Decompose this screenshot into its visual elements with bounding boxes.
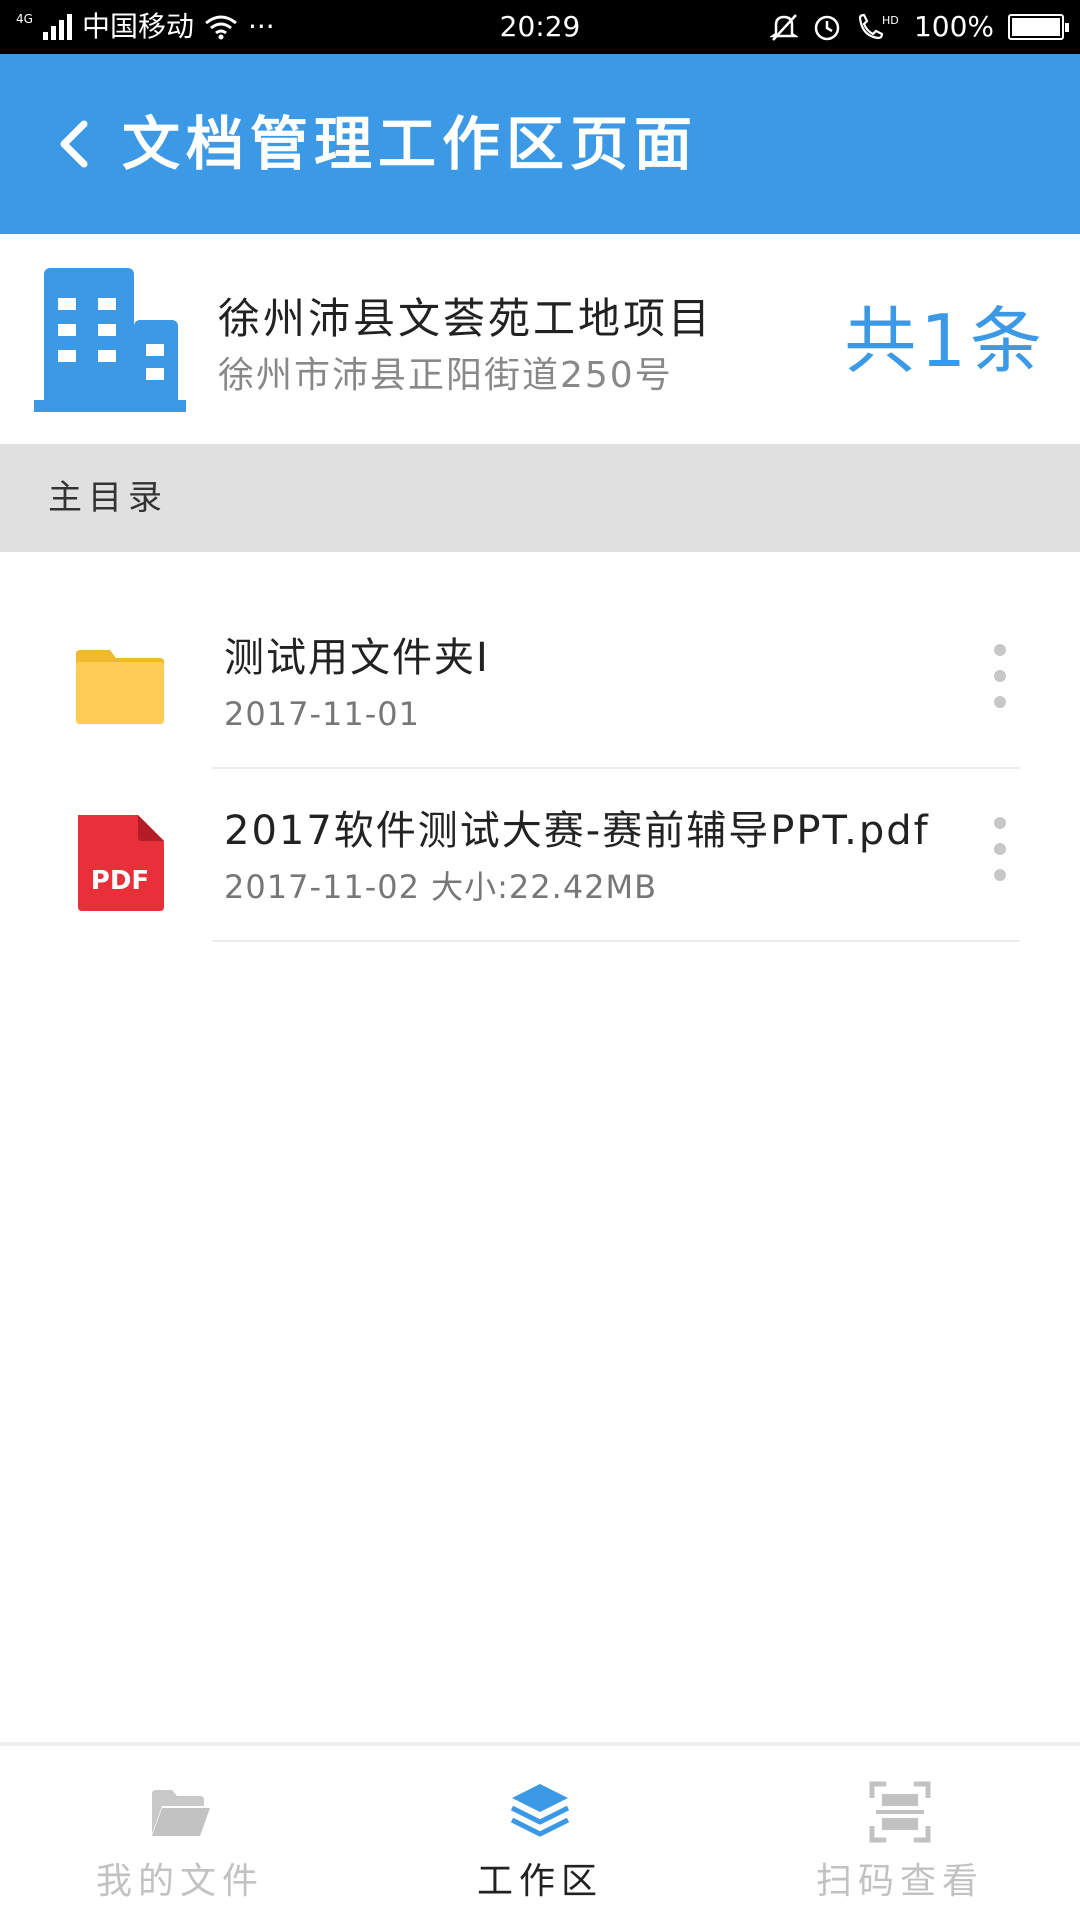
page-title: 文档管理工作区页面 xyxy=(122,110,699,178)
nav-label: 我的文件 xyxy=(95,1861,264,1902)
hd-call-icon: HD xyxy=(858,13,899,40)
file-name: 测试用文件夹I xyxy=(224,635,490,681)
list-item-folder[interactable]: 测试用文件夹I 2017-11-01 xyxy=(0,596,1080,769)
app-bar: 文档管理工作区页面 xyxy=(0,54,1080,234)
directory-header: 主目录 xyxy=(0,444,1080,552)
scan-icon xyxy=(869,1781,931,1843)
file-meta: 2017-11-01 xyxy=(224,695,420,733)
list-item-pdf[interactable]: PDF 2017软件测试大赛-赛前辅导PPT.pdf 2017-11-02 大小… xyxy=(0,769,1080,942)
building-icon xyxy=(34,268,186,412)
bottom-nav: 我的文件 工作区 扫码查看 xyxy=(0,1742,1080,1920)
status-right: HD 100% xyxy=(769,0,1069,54)
battery-percent: 100% xyxy=(913,10,994,43)
file-name: 2017软件测试大赛-赛前辅导PPT.pdf xyxy=(224,808,930,854)
more-options-icon[interactable] xyxy=(982,817,1018,881)
project-header: 徐州沛县文荟苑工地项目 徐州市沛县正阳街道250号 共1条 xyxy=(0,234,1080,444)
project-address: 徐州市沛县正阳街道250号 xyxy=(218,355,673,396)
item-count: 共1条 xyxy=(844,299,1046,383)
file-list: 测试用文件夹I 2017-11-01 PDF 2017软件测试大赛-赛前辅导PP… xyxy=(0,596,1080,942)
battery-icon xyxy=(1008,14,1069,40)
mute-bell-icon xyxy=(769,14,798,41)
project-name: 徐州沛县文荟苑工地项目 xyxy=(218,294,714,343)
alarm-icon xyxy=(814,15,840,41)
file-meta: 2017-11-02 大小:22.42MB xyxy=(224,868,658,906)
divider xyxy=(212,940,1020,942)
nav-workspace[interactable]: 工作区 xyxy=(360,1746,720,1920)
pdf-badge: PDF xyxy=(91,866,149,896)
layers-icon xyxy=(510,1784,570,1837)
back-icon[interactable] xyxy=(44,112,108,176)
nav-scan[interactable]: 扫码查看 xyxy=(720,1746,1080,1920)
directory-label: 主目录 xyxy=(48,478,168,518)
nav-label: 扫码查看 xyxy=(815,1861,984,1902)
status-bar: 4G 中国移动 ··· 20:29 HD 100% xyxy=(0,0,1080,54)
nav-label: 工作区 xyxy=(476,1861,603,1902)
nav-my-files[interactable]: 我的文件 xyxy=(0,1746,360,1920)
more-options-icon[interactable] xyxy=(982,644,1018,708)
page: 4G 中国移动 ··· 20:29 HD 100% 文档管理工作区页面 徐州沛县… xyxy=(0,0,1080,1920)
folder-icon xyxy=(76,650,164,724)
hd-label: HD xyxy=(882,14,899,27)
pdf-file-icon: PDF xyxy=(78,815,164,911)
folder-icon xyxy=(152,1790,210,1836)
battery-level xyxy=(1012,18,1060,36)
